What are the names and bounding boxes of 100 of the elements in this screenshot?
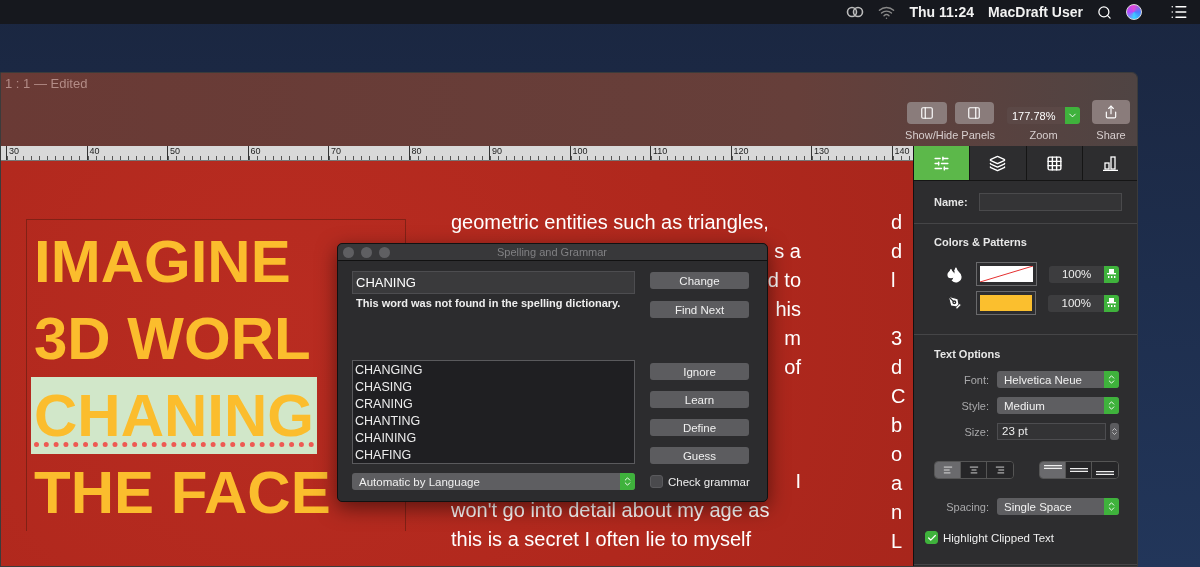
body-text-line: this is a secret I often lie to myself: [451, 527, 753, 552]
text-align-button[interactable]: [987, 462, 1013, 478]
dialog-title: Spelling and Grammar: [495, 246, 609, 258]
dialog-button[interactable]: Change: [650, 272, 749, 289]
share-icon: [1104, 105, 1118, 119]
ruler-label: 60: [249, 146, 261, 158]
suggestion-item[interactable]: CRANING: [355, 396, 632, 413]
field-label: Size:: [963, 425, 989, 438]
field-label: Spacing:: [945, 500, 989, 513]
checkbox-label: Check grammar: [668, 475, 750, 488]
body-text-line: d: [891, 210, 903, 235]
checkbox[interactable]: [925, 531, 938, 544]
valign-top-icon: [1043, 465, 1062, 469]
body-text-line: d to: [767, 268, 801, 293]
body-text-line: a: [891, 471, 903, 496]
suggestion-item[interactable]: CHANGING: [355, 362, 632, 379]
opacity-field[interactable]: 100%: [1048, 265, 1105, 283]
check-icon: [926, 532, 937, 543]
ruler-label: 70: [330, 146, 341, 158]
panel-right-icon: [967, 106, 982, 120]
dialog-message: This word was not found in the spelling dictionary.: [355, 297, 622, 309]
dialog-button[interactable]: Learn: [650, 391, 749, 408]
body-text-line: d: [891, 355, 903, 380]
search-icon[interactable]: [1097, 4, 1112, 20]
layers-icon: [989, 154, 1007, 172]
ruler-label: 90: [491, 146, 502, 158]
body-text-line: L: [891, 529, 903, 554]
body-text-line: o: [891, 442, 903, 467]
body-text-line: m: [784, 326, 801, 351]
toolbar-label: Show/Hide Panels: [905, 129, 995, 141]
color-swatch[interactable]: [976, 291, 1037, 315]
ruler-label: 80: [410, 146, 422, 158]
chevron-down-icon: [1065, 107, 1080, 124]
headline-text: 3D WORL: [33, 304, 312, 374]
opacity-field[interactable]: 100%: [1048, 294, 1105, 312]
suggestion-item[interactable]: CHASING: [355, 379, 632, 396]
ruler-label: 100: [571, 146, 588, 158]
dialog-button[interactable]: Define: [650, 419, 749, 436]
checkbox-label: Highlight Clipped Text: [943, 531, 1055, 544]
style-select[interactable]: Medium: [997, 397, 1119, 414]
menu-clock[interactable]: Thu 11:24: [909, 4, 975, 20]
up-down-icon: [1110, 427, 1119, 436]
inspector-tab[interactable]: [914, 146, 971, 180]
field-label: Font:: [962, 373, 989, 386]
size-field[interactable]: 23 pt: [997, 423, 1106, 440]
siri-icon[interactable]: [1126, 4, 1142, 20]
suggestions-list[interactable]: CHANGING CHASING CRANING CHANTING CHAINING CHAFING: [352, 360, 635, 464]
text-align-button[interactable]: [961, 462, 987, 478]
opacity-stepper[interactable]: [1104, 294, 1119, 312]
checkbox[interactable]: [650, 475, 663, 488]
bar-chart-icon: [1101, 155, 1119, 171]
body-text-line: geometric entities such as triangles,: [451, 210, 770, 235]
cloud-icon[interactable]: [846, 6, 865, 18]
spacing-select[interactable]: Single Space: [997, 498, 1119, 515]
field-label: Style:: [960, 399, 989, 412]
font-select[interactable]: Helvetica Neue: [997, 371, 1119, 388]
menu-list-icon[interactable]: [1170, 3, 1188, 21]
left-panel-button[interactable]: [906, 102, 947, 124]
menu-user[interactable]: MacDraft User: [988, 4, 1083, 20]
body-text-line: s a: [774, 239, 801, 264]
dialog-button[interactable]: Guess: [650, 447, 749, 464]
suggestion-item[interactable]: CHAINING: [355, 430, 632, 447]
vertical-align-button[interactable]: [1092, 462, 1118, 478]
suggestion-item[interactable]: CHAFING: [355, 447, 632, 463]
body-text-line: won't go into detail about my age as: [451, 498, 771, 523]
dialog-button[interactable]: Find Next: [650, 301, 749, 318]
vertical-align-button[interactable]: [1040, 462, 1066, 478]
ruler-label: 110: [652, 146, 668, 158]
word-field[interactable]: CHANING: [352, 271, 635, 294]
ruler-label: 50: [169, 146, 180, 158]
section-heading: Text Options: [934, 348, 1002, 360]
headline-text: THE FACE: [33, 458, 332, 528]
body-text-line: of: [784, 355, 801, 380]
suggestion-item[interactable]: CHANTING: [355, 413, 632, 430]
body-text-line: 3: [891, 326, 903, 351]
name-field[interactable]: [978, 193, 1122, 211]
vertical-align-button[interactable]: [1066, 462, 1092, 478]
text-align-button[interactable]: [935, 462, 961, 478]
color-swatch[interactable]: [975, 262, 1037, 286]
body-text-line: d: [891, 239, 903, 264]
ruler-label: 120: [732, 146, 749, 158]
section-heading: Colors & Patterns: [934, 236, 1028, 248]
pen-icon: [947, 295, 964, 311]
headline-text: CHANING: [31, 377, 317, 454]
share-button[interactable]: [1092, 100, 1130, 124]
size-stepper[interactable]: [1110, 423, 1119, 440]
language-select[interactable]: Automatic by Language: [352, 473, 635, 490]
opacity-stepper[interactable]: [1104, 265, 1119, 283]
stepper-icon: [1107, 298, 1117, 308]
body-text-line: C: [891, 384, 906, 409]
align-right-icon: [993, 465, 1007, 475]
body-text-line: l: [891, 268, 896, 293]
right-panel-button[interactable]: [954, 102, 994, 124]
sliders-icon: [933, 154, 951, 172]
stepper-icon: [1107, 269, 1117, 279]
body-text-line: b: [891, 413, 903, 438]
body-text-line: his: [775, 297, 801, 322]
ruler-label: 140: [893, 146, 910, 158]
zoom-field[interactable]: 177.78%: [1007, 107, 1080, 124]
dialog-button[interactable]: Ignore: [650, 363, 749, 380]
